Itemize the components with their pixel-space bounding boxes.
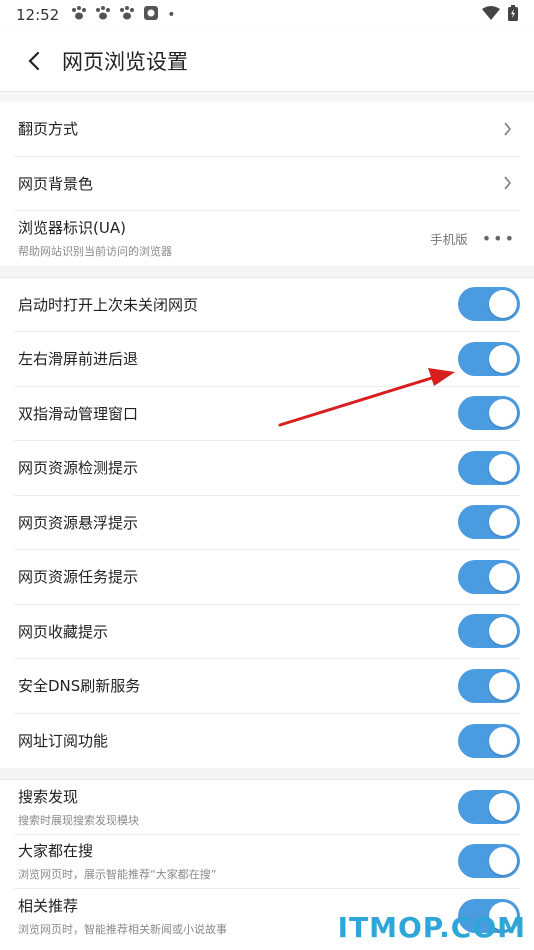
setting-label: 网页背景色 (18, 174, 94, 193)
setting-page-background-color[interactable]: 网页背景色 (14, 157, 520, 211)
setting-label: 大家都在搜 (18, 842, 94, 861)
section-divider (0, 768, 534, 780)
toggle-knob (489, 792, 517, 821)
setting-label: 翻页方式 (18, 120, 79, 139)
page-title: 网页浏览设置 (62, 49, 188, 74)
setting-search-discovery: 搜索发现 搜索时展现搜索发现模块 (14, 780, 520, 835)
chevron-right-icon (500, 122, 514, 136)
setting-label: 启动时打开上次未关闭网页 (18, 295, 199, 314)
toggle-switch[interactable] (458, 396, 520, 431)
toggle-knob (489, 562, 517, 591)
setting-resource-task-tip: 网页资源任务提示 (14, 550, 520, 605)
setting-resource-detect-tip: 网页资源检测提示 (14, 441, 520, 496)
section-divider (0, 265, 534, 278)
toggle-knob (489, 671, 517, 700)
notification-icons: • (71, 5, 176, 25)
setting-label: 网页资源检测提示 (18, 459, 139, 478)
setting-label: 安全DNS刷新服务 (18, 677, 141, 696)
toggle-knob (489, 726, 517, 755)
setting-label: 网页资源任务提示 (18, 568, 139, 587)
toggle-knob (489, 617, 517, 646)
app-notification-icon (143, 5, 159, 25)
toggle-knob (489, 399, 517, 428)
setting-label: 左右滑屏前进后退 (18, 350, 139, 369)
setting-label: 搜索发现 (18, 787, 79, 806)
toggle-knob (489, 344, 517, 373)
toggle-switch[interactable] (458, 450, 520, 485)
toggle-switch[interactable] (458, 614, 520, 649)
setting-label: 网页收藏提示 (18, 622, 109, 641)
setting-description: 帮助网站识别当前访问的浏览器 (18, 245, 172, 259)
section-divider (0, 92, 534, 102)
setting-resource-float-tip: 网页资源悬浮提示 (14, 496, 520, 550)
ua-value: 手机版 (430, 231, 468, 247)
setting-url-subscription: 网址订阅功能 (14, 714, 520, 769)
setting-secure-dns: 安全DNS刷新服务 (14, 659, 520, 714)
toggle-switch[interactable] (458, 844, 520, 879)
toggle-switch[interactable] (458, 341, 520, 376)
settings-group-general: 翻页方式 网页背景色 浏览器标识(UA) 帮助网站识别当前访问的浏览器 手机版 … (0, 102, 534, 266)
setting-trending-search: 大家都在搜 浏览网页时，展示智能推荐“大家都在搜” (14, 835, 520, 889)
setting-restore-last-pages: 启动时打开上次未关闭网页 (14, 278, 520, 332)
toggle-switch[interactable] (458, 723, 520, 758)
status-time: 12:52 (16, 6, 60, 24)
chevron-right-icon (500, 176, 514, 190)
toggle-knob (489, 453, 517, 482)
setting-page-turn-mode[interactable]: 翻页方式 (14, 102, 520, 157)
settings-group-browsing: 启动时打开上次未关闭网页 左右滑屏前进后退 双指滑动管理窗口 网页资源检测提示 … (0, 277, 534, 769)
toggle-switch[interactable] (458, 287, 520, 322)
setting-swipe-navigation: 左右滑屏前进后退 (14, 332, 520, 387)
battery-icon (508, 5, 518, 25)
setting-label: 网址订阅功能 (18, 732, 109, 751)
setting-browser-ua[interactable]: 浏览器标识(UA) 帮助网站识别当前访问的浏览器 手机版 ••• (14, 211, 520, 266)
paw-icon (95, 6, 111, 24)
setting-label: 网页资源悬浮提示 (18, 513, 139, 532)
toggle-knob (489, 508, 517, 537)
setting-two-finger-window: 双指滑动管理窗口 (14, 387, 520, 441)
status-bar: 12:52 • (0, 0, 534, 30)
setting-label: 双指滑动管理窗口 (18, 404, 139, 423)
setting-bookmark-tip: 网页收藏提示 (14, 605, 520, 659)
toggle-knob (489, 847, 517, 876)
setting-label: 浏览器标识(UA) (18, 219, 126, 238)
app-header: 网页浏览设置 (0, 30, 534, 92)
paw-icon (71, 6, 87, 24)
toggle-switch[interactable] (458, 668, 520, 703)
paw-icon (119, 6, 135, 24)
wifi-icon (482, 6, 500, 24)
more-options-icon[interactable]: ••• (482, 229, 516, 248)
toggle-switch[interactable] (458, 789, 520, 824)
toggle-switch[interactable] (458, 559, 520, 594)
watermark-text: ITMOP.COM (337, 911, 526, 944)
more-notifications-dot: • (167, 7, 176, 23)
chevron-left-icon (28, 51, 40, 70)
setting-description: 浏览网页时，展示智能推荐“大家都在搜” (18, 868, 217, 882)
setting-description: 搜索时展现搜索发现模块 (18, 813, 139, 827)
toggle-knob (489, 290, 517, 319)
back-button[interactable] (18, 45, 50, 77)
toggle-switch[interactable] (458, 505, 520, 540)
